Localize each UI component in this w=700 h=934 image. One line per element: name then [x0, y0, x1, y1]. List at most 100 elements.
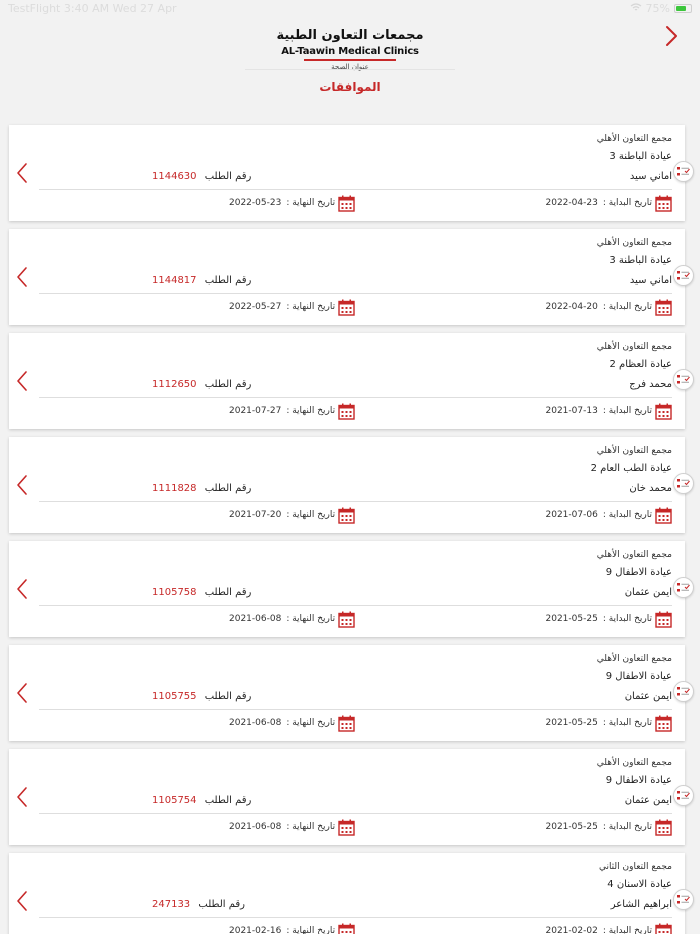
approval-card[interactable]: مجمع التعاون الأهلي عيادة الاطفال 9 ايمن…	[9, 645, 694, 741]
department-name: عيادة الطب العام 2	[590, 463, 672, 474]
chevron-left-icon[interactable]	[16, 578, 28, 600]
request-number-label: رقم الطلب	[204, 483, 252, 494]
end-date-value: 2022-05-27	[229, 302, 282, 312]
chevron-left-icon[interactable]	[16, 682, 28, 704]
calendar-icon	[655, 715, 672, 732]
status-badge	[673, 785, 694, 806]
chevron-left-icon[interactable]	[16, 890, 28, 912]
card-divider	[39, 813, 672, 814]
checklist-icon	[677, 687, 690, 696]
department-name: عيادة الباطنة 3	[609, 151, 672, 162]
start-date-value: 2021-05-25	[545, 718, 598, 728]
card-divider	[39, 293, 672, 294]
clinic-name: مجمع التعاون الأهلي	[596, 342, 672, 352]
doctor-name: ايمن عثمان	[624, 795, 672, 806]
battery-percent: 75%	[645, 2, 670, 15]
start-date-label: تاريخ البداية :	[602, 510, 652, 520]
doctor-name: اماني سيد	[629, 171, 672, 182]
end-date-label: تاريخ النهاية :	[286, 614, 336, 624]
start-date-value: 2021-05-25	[545, 614, 598, 624]
calendar-icon	[655, 507, 672, 524]
start-date-value: 2021-07-06	[545, 510, 598, 520]
checklist-icon	[677, 583, 690, 592]
checklist-icon	[677, 375, 690, 384]
clinic-name: مجمع التعاون الأهلي	[596, 238, 672, 248]
card-divider	[39, 397, 672, 398]
request-number-group: رقم الطلب 1105754	[152, 795, 251, 806]
start-date-label: تاريخ البداية :	[602, 198, 652, 208]
status-badge	[673, 265, 694, 286]
end-date: تاريخ النهاية : 2022-05-27	[229, 298, 355, 316]
end-date-label: تاريخ النهاية :	[286, 406, 336, 416]
calendar-icon	[655, 611, 672, 628]
start-date: تاريخ البداية : 2021-05-25	[546, 610, 673, 628]
end-date-value: 2022-05-23	[229, 198, 282, 208]
checklist-icon	[677, 167, 690, 176]
clinic-name: مجمع التعاون الأهلي	[596, 550, 672, 560]
department-name: عيادة العظام 2	[609, 359, 672, 370]
request-number-label: رقم الطلب	[204, 275, 252, 286]
request-number: 1144630	[152, 171, 197, 182]
end-date-label: تاريخ النهاية :	[286, 198, 336, 208]
start-date-label: تاريخ البداية :	[602, 718, 652, 728]
approval-card[interactable]: مجمع التعاون الأهلي عيادة الباطنة 3 امان…	[9, 125, 694, 221]
doctor-name: محمد خان	[629, 483, 672, 494]
start-date-value: 2021-05-25	[545, 822, 598, 832]
calendar-icon	[338, 195, 355, 212]
end-date-value: 2021-06-08	[229, 822, 282, 832]
end-date-label: تاريخ النهاية :	[286, 822, 336, 832]
calendar-icon	[655, 403, 672, 420]
chevron-left-icon[interactable]	[16, 370, 28, 392]
end-date-value: 2021-02-16	[229, 926, 282, 934]
request-number-label: رقم الطلب	[204, 795, 252, 806]
card-divider	[39, 917, 672, 918]
department-name: عيادة الاسنان 4	[607, 879, 672, 890]
status-badge	[673, 473, 694, 494]
request-number-group: رقم الطلب 1105758	[152, 587, 251, 598]
chevron-left-icon[interactable]	[16, 474, 28, 496]
page-title: الموافقات	[319, 80, 381, 94]
chevron-left-icon[interactable]	[16, 266, 28, 288]
end-date-label: تاريخ النهاية :	[286, 510, 336, 520]
approval-card[interactable]: مجمع التعاون الأهلي عيادة الطب العام 2 م…	[9, 437, 694, 533]
chevron-left-icon[interactable]	[16, 786, 28, 808]
approval-card[interactable]: مجمع التعاون الأهلي عيادة العظام 2 محمد …	[9, 333, 694, 429]
clinic-name: مجمع التعاون الأهلي	[596, 654, 672, 664]
start-date: تاريخ البداية : 2021-07-06	[546, 506, 673, 524]
start-date-value: 2021-02-02	[545, 926, 598, 934]
status-badge	[673, 161, 694, 182]
app-logo: مجمعات التعاون الطبية AL-Taawin Medical …	[0, 28, 700, 71]
end-date: تاريخ النهاية : 2021-07-27	[229, 402, 355, 420]
approval-card[interactable]: مجمع التعاون الثاني عيادة الاسنان 4 ابرا…	[9, 853, 694, 934]
clinic-name: مجمع التعاون الأهلي	[596, 134, 672, 144]
approval-card[interactable]: مجمع التعاون الأهلي عيادة الاطفال 9 ايمن…	[9, 749, 694, 845]
approval-card[interactable]: مجمع التعاون الأهلي عيادة الباطنة 3 امان…	[9, 229, 694, 325]
approval-card[interactable]: مجمع التعاون الأهلي عيادة الاطفال 9 ايمن…	[9, 541, 694, 637]
calendar-icon	[655, 819, 672, 836]
calendar-icon	[655, 299, 672, 316]
department-name: عيادة الباطنة 3	[609, 255, 672, 266]
request-number-label: رقم الطلب	[204, 587, 252, 598]
end-date: تاريخ النهاية : 2021-02-16	[229, 922, 355, 934]
end-date: تاريخ النهاية : 2021-06-08	[229, 714, 355, 732]
card-divider	[39, 709, 672, 710]
calendar-icon	[338, 299, 355, 316]
request-number: 1105754	[152, 795, 197, 806]
request-number: 1105755	[152, 691, 197, 702]
request-number: 247133	[152, 899, 191, 910]
calendar-icon	[338, 403, 355, 420]
start-date-value: 2022-04-20	[545, 302, 598, 312]
status-bar-right: 75%	[630, 2, 692, 15]
checklist-icon	[677, 479, 690, 488]
clinic-name: مجمع التعاون الأهلي	[596, 446, 672, 456]
start-date-label: تاريخ البداية :	[602, 614, 652, 624]
calendar-icon	[338, 611, 355, 628]
start-date: تاريخ البداية : 2021-05-25	[546, 818, 673, 836]
request-number: 1111828	[152, 483, 197, 494]
request-number-group: رقم الطلب 1111828	[152, 483, 251, 494]
request-number-group: رقم الطلب 247133	[152, 899, 245, 910]
request-number-group: رقم الطلب 1144817	[152, 275, 251, 286]
status-bar: TestFlight 3:40 AM Wed 27 Apr 75%	[0, 0, 700, 18]
chevron-left-icon[interactable]	[16, 162, 28, 184]
calendar-icon	[338, 923, 355, 934]
